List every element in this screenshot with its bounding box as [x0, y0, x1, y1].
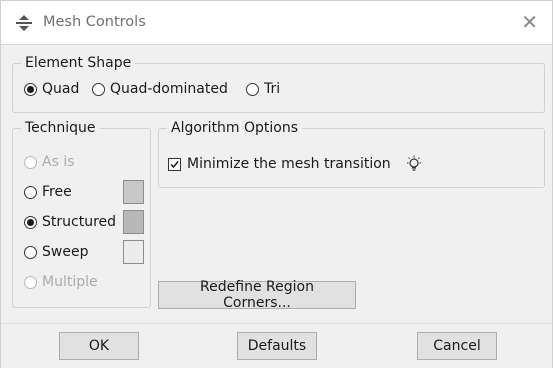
- title-bar: Mesh Controls ✕: [1, 1, 552, 45]
- lightbulb-icon[interactable]: [405, 155, 423, 173]
- radio-indicator[interactable]: [24, 275, 37, 289]
- radio-tri[interactable]: Tri: [246, 81, 280, 97]
- algorithm-options-legend: Algorithm Options: [171, 120, 299, 136]
- window-title: Mesh Controls: [43, 14, 146, 30]
- radio-quad-dominated-label: Quad-dominated: [110, 81, 228, 97]
- redefine-region-corners-button[interactable]: Redefine Region Corners...: [158, 279, 356, 311]
- button-bar: OK Defaults Cancel: [1, 323, 552, 368]
- radio-free-label: Free: [42, 184, 72, 200]
- ok-button[interactable]: OK: [59, 332, 139, 360]
- radio-multiple-label: Multiple: [42, 274, 98, 290]
- free-color-swatch: [123, 180, 144, 204]
- close-icon[interactable]: ✕: [521, 10, 538, 34]
- cancel-button[interactable]: Cancel: [417, 332, 497, 360]
- radio-as-is[interactable]: As is: [24, 154, 75, 170]
- radio-tri-label: Tri: [264, 81, 281, 97]
- radio-structured-label: Structured: [42, 214, 117, 230]
- radio-multiple[interactable]: Multiple: [24, 274, 98, 290]
- mesh-controls-dialog: Mesh Controls ✕ Element Shape Quad Quad-…: [0, 0, 553, 368]
- radio-quad[interactable]: Quad: [24, 81, 79, 97]
- radio-structured[interactable]: Structured: [24, 214, 116, 230]
- algorithm-options-group: Algorithm Options: [158, 120, 545, 188]
- element-shape-legend: Element Shape: [25, 55, 132, 71]
- radio-indicator[interactable]: [24, 215, 37, 229]
- radio-quad-dominated[interactable]: Quad-dominated: [92, 81, 228, 97]
- radio-free[interactable]: Free: [24, 184, 72, 200]
- defaults-button[interactable]: Defaults: [237, 332, 317, 360]
- radio-indicator[interactable]: [92, 82, 105, 96]
- radio-sweep[interactable]: Sweep: [24, 244, 88, 260]
- dialog-body: Element Shape Quad Quad-dominated Tri Te…: [1, 45, 552, 323]
- minimize-transition-checkbox[interactable]: Minimize the mesh transition: [168, 155, 423, 173]
- radio-as-is-label: As is: [42, 154, 75, 170]
- radio-indicator[interactable]: [24, 82, 37, 96]
- radio-indicator[interactable]: [24, 155, 37, 169]
- minimize-transition-label: Minimize the mesh transition: [187, 156, 391, 172]
- radio-quad-label: Quad: [42, 81, 80, 97]
- radio-indicator[interactable]: [24, 245, 37, 259]
- radio-sweep-label: Sweep: [42, 244, 89, 260]
- mesh-controls-icon: [15, 14, 33, 32]
- radio-indicator[interactable]: [246, 82, 259, 96]
- structured-color-swatch: [123, 210, 144, 234]
- technique-legend: Technique: [25, 120, 96, 136]
- checkbox-indicator[interactable]: [168, 157, 181, 171]
- radio-indicator[interactable]: [24, 185, 37, 199]
- sweep-color-swatch: [123, 240, 144, 264]
